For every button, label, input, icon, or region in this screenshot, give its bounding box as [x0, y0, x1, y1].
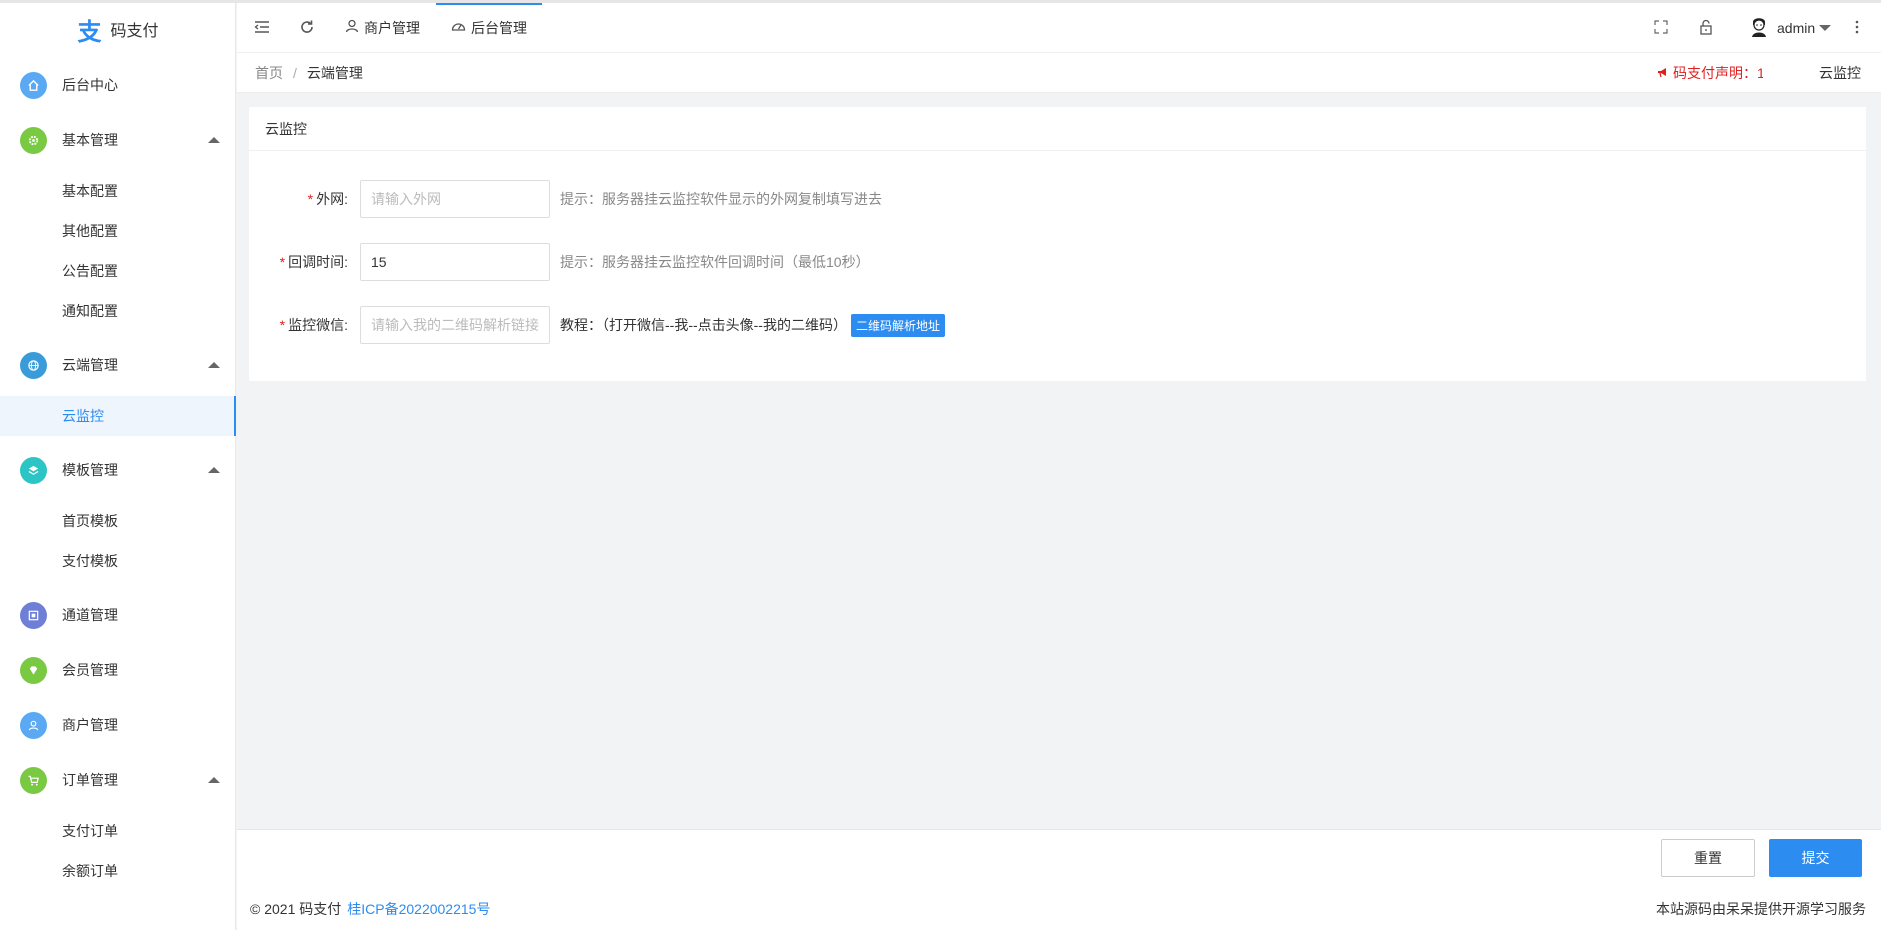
megaphone-icon: [1657, 65, 1670, 81]
sidebar-item-members[interactable]: 会员管理: [0, 650, 236, 690]
sidebar-item-label: 订单管理: [62, 772, 118, 788]
current-page-label: 云监控: [1819, 65, 1861, 81]
sidebar-item-orders[interactable]: 订单管理: [0, 760, 236, 800]
sidebar-item-cloud[interactable]: 云端管理: [0, 345, 236, 385]
dashboard-icon: [451, 19, 466, 37]
breadcrumb-home[interactable]: 首页: [255, 63, 283, 83]
wechat-qr-input[interactable]: [360, 306, 550, 344]
sidebar: 支 码支付 后台中心 基本管理 基本配置 其他配置 公告配置 通知配置 云端管理…: [0, 3, 236, 930]
form-action-bar: 重置 提交: [237, 829, 1881, 887]
home-icon: [20, 71, 47, 99]
globe-icon: [20, 351, 47, 379]
breadcrumb-bar: 首页 / 云端管理 码支付声明：1. 严禁 云监控: [237, 53, 1881, 93]
caret-up-icon: [208, 467, 220, 473]
field-label: * 外网:: [307, 191, 348, 207]
tab-label: 后台管理: [471, 20, 527, 36]
qr-parse-link-button[interactable]: 二维码解析地址: [850, 313, 945, 337]
merchant-icon: [20, 711, 47, 739]
user-icon: [345, 19, 359, 37]
diamond-icon: [20, 656, 47, 684]
breadcrumb: 首页 / 云端管理: [255, 53, 363, 93]
field-hint: 提示：服务器挂云监控软件回调时间（最低10秒）: [560, 254, 870, 270]
fullscreen-button[interactable]: [1654, 3, 1668, 53]
sidebar-subitem-home-template[interactable]: 首页模板: [0, 501, 236, 541]
app-name: 码支付: [110, 23, 159, 40]
notice-text: 码支付声明：1. 严禁: [1673, 65, 1763, 81]
sidebar-item-label: 云端管理: [62, 357, 118, 373]
sidebar-item-label: 后台中心: [62, 77, 118, 93]
sidebar-item-templates[interactable]: 模板管理: [0, 450, 236, 490]
callback-time-input[interactable]: [360, 243, 550, 281]
footer-credit: 本站源码由呆呆提供开源学习服务: [1656, 900, 1866, 917]
sidebar-subitem-pay-orders[interactable]: 支付订单: [0, 811, 236, 851]
caret-down-icon: [1819, 25, 1832, 31]
field-label: * 监控微信:: [279, 317, 348, 333]
app-logo[interactable]: 支 码支付: [0, 3, 235, 55]
menu-toggle-button[interactable]: [254, 3, 270, 53]
caret-up-icon: [208, 777, 220, 783]
field-hint: 提示：服务器挂云监控软件显示的外网复制填写进去: [560, 191, 882, 207]
caret-up-icon: [208, 362, 220, 368]
form-row-external-ip: *外网: 提示：服务器挂云监控软件显示的外网复制填写进去: [249, 180, 882, 218]
fullscreen-icon: [1654, 19, 1668, 37]
lock-icon: [1699, 19, 1713, 38]
tab-merchant-admin[interactable]: 商户管理: [345, 3, 420, 53]
footer: © 2021 码支付 桂ICP备2022002215号 本站源码由呆呆提供开源学…: [237, 887, 1881, 930]
card-title: 云监控: [249, 107, 1866, 151]
sidebar-subitem-cloud-monitor[interactable]: 云监控: [0, 396, 236, 436]
sidebar-item-basic[interactable]: 基本管理: [0, 120, 236, 160]
sidebar-item-label: 会员管理: [62, 662, 118, 678]
more-vertical-icon: [1855, 20, 1859, 37]
breadcrumb-separator: /: [293, 65, 297, 81]
sidebar-item-channels[interactable]: 通道管理: [0, 595, 236, 635]
sidebar-subitem-pay-template[interactable]: 支付模板: [0, 541, 236, 581]
sidebar-item-label: 商户管理: [62, 717, 118, 733]
menu-collapse-icon: [254, 20, 270, 37]
notice-marquee: 码支付声明：1. 严禁: [1657, 53, 1763, 93]
gear-icon: [20, 126, 47, 154]
sidebar-item-label: 基本管理: [62, 132, 118, 148]
icp-link[interactable]: 桂ICP备2022002215号: [347, 899, 490, 919]
submit-button[interactable]: 提交: [1769, 839, 1862, 877]
field-tutorial: 教程：（打开微信--我--点击头像--我的二维码）: [560, 317, 847, 333]
sidebar-subitem-notify-config[interactable]: 通知配置: [0, 291, 236, 331]
reset-button[interactable]: 重置: [1661, 839, 1755, 877]
sidebar-item-label: 模板管理: [62, 462, 118, 478]
layers-icon: [20, 456, 47, 484]
sidebar-subitem-basic-config[interactable]: 基本配置: [0, 171, 236, 211]
form-row-callback-time: *回调时间: 提示：服务器挂云监控软件回调时间（最低10秒）: [249, 243, 870, 281]
sidebar-subitem-other-config[interactable]: 其他配置: [0, 211, 236, 251]
user-menu[interactable]: admin: [1749, 3, 1832, 53]
breadcrumb-current: 云端管理: [306, 65, 363, 81]
form-row-wechat: *监控微信: 教程：（打开微信--我--点击头像--我的二维码） 二维码解析地址: [249, 306, 945, 344]
more-options-button[interactable]: [1855, 3, 1859, 53]
footer-copyright: © 2021 码支付 桂ICP备2022002215号: [250, 899, 491, 919]
tab-backend-admin[interactable]: 后台管理: [451, 3, 527, 53]
field-label: * 回调时间:: [279, 254, 348, 270]
sidebar-subitem-balance-orders[interactable]: 余额订单: [0, 851, 236, 891]
logo-icon: 支: [77, 16, 102, 46]
sidebar-subitem-notice-config[interactable]: 公告配置: [0, 251, 236, 291]
avatar: [1749, 16, 1769, 41]
sidebar-item-dashboard[interactable]: 后台中心: [0, 65, 236, 105]
cloud-monitor-card: 云监控 *外网: 提示：服务器挂云监控软件显示的外网复制填写进去 *回调时间: …: [249, 107, 1866, 381]
refresh-icon: [299, 19, 315, 38]
caret-up-icon: [208, 137, 220, 143]
refresh-button[interactable]: [299, 3, 315, 53]
sidebar-item-label: 通道管理: [62, 607, 118, 623]
top-header: 商户管理 后台管理 admin: [237, 3, 1881, 53]
cart-icon: [20, 766, 47, 794]
lock-screen-button[interactable]: [1699, 3, 1713, 53]
sidebar-item-merchants[interactable]: 商户管理: [0, 705, 236, 745]
channel-icon: [20, 601, 47, 629]
tab-label: 商户管理: [364, 20, 420, 36]
username: admin: [1777, 20, 1816, 36]
external-ip-input[interactable]: [360, 180, 550, 218]
